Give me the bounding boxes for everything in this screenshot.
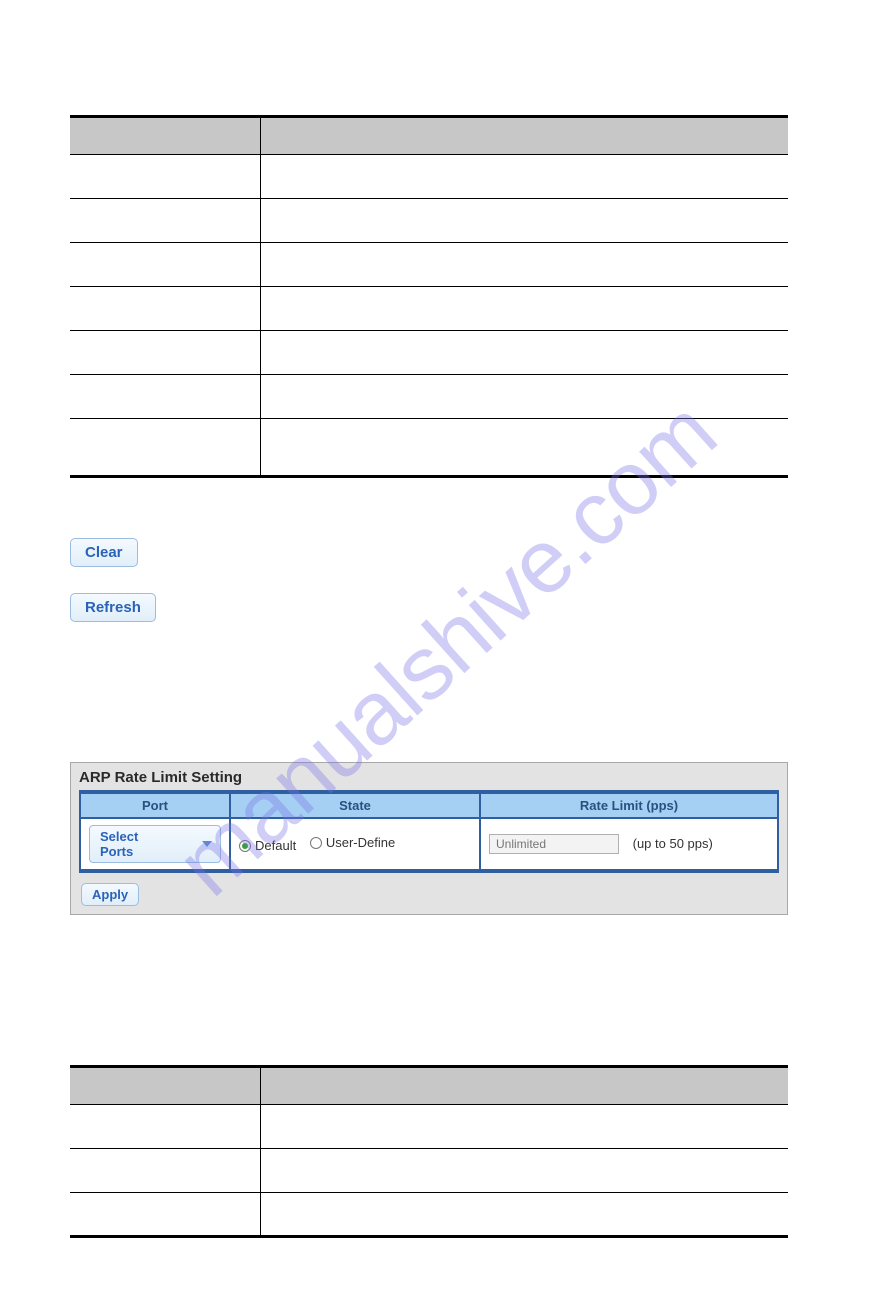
lower-table <box>70 1065 788 1238</box>
rate-limit-note: (up to 50 pps) <box>633 836 713 851</box>
arp-rate-limit-table: Port State Rate Limit (pps) Select Ports <box>79 790 779 873</box>
select-ports-dropdown[interactable]: Select Ports <box>89 825 221 863</box>
table-row <box>70 375 788 419</box>
table-row <box>70 199 788 243</box>
col-header-state: State <box>230 792 480 818</box>
apply-button[interactable]: Apply <box>81 883 139 906</box>
table-row: Select Ports Default User-Define <box>80 818 778 871</box>
table-row <box>70 287 788 331</box>
table-row <box>70 117 788 155</box>
state-default-label: Default <box>255 838 296 853</box>
table-row <box>70 155 788 199</box>
select-ports-label: Select Ports <box>100 829 174 859</box>
table-row <box>70 1193 788 1237</box>
state-userdefine-label: User-Define <box>326 835 395 850</box>
state-userdefine-radio[interactable]: User-Define <box>310 835 395 850</box>
table-row <box>70 419 788 477</box>
table-row <box>70 331 788 375</box>
radio-icon <box>239 840 251 852</box>
chevron-down-icon <box>202 841 212 847</box>
upper-table <box>70 115 788 478</box>
table-row <box>70 1105 788 1149</box>
clear-button[interactable]: Clear <box>70 538 138 567</box>
table-row <box>70 1149 788 1193</box>
radio-icon <box>310 837 322 849</box>
col-header-rate: Rate Limit (pps) <box>480 792 778 818</box>
panel-title: ARP Rate Limit Setting <box>71 763 787 790</box>
arp-rate-limit-panel: ARP Rate Limit Setting Port State Rate L… <box>70 762 788 915</box>
col-header-port: Port <box>80 792 230 818</box>
rate-limit-input[interactable] <box>489 834 619 854</box>
state-default-radio[interactable]: Default <box>239 838 296 853</box>
refresh-button[interactable]: Refresh <box>70 593 156 622</box>
table-row <box>70 243 788 287</box>
table-row <box>70 1067 788 1105</box>
